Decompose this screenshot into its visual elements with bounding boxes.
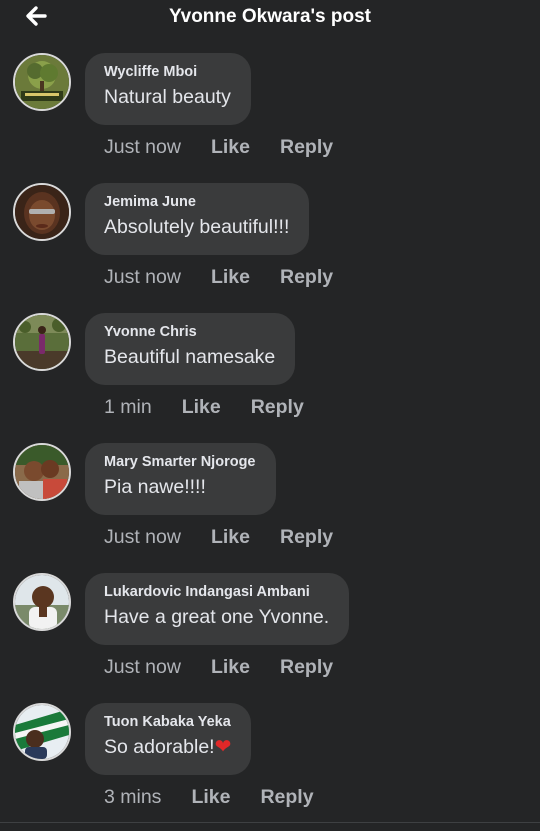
comment-timestamp[interactable]: Just now (104, 266, 181, 289)
reply-button[interactable]: Reply (260, 786, 313, 809)
comment-item: Yvonne Chris Beautiful namesake 1 min Li… (0, 313, 540, 441)
reply-button[interactable]: Reply (280, 526, 333, 549)
reply-button[interactable]: Reply (251, 396, 304, 419)
comment-text-row: So adorable!❤ (104, 734, 231, 760)
avatar[interactable] (13, 313, 71, 371)
page-title: Yvonne Okwara's post (169, 6, 371, 27)
comment-actions: Just now Like Reply (104, 265, 333, 289)
avatar[interactable] (13, 53, 71, 111)
comment-bubble[interactable]: Jemima June Absolutely beautiful!!! (85, 183, 310, 255)
reply-button[interactable]: Reply (280, 136, 333, 159)
comment-bubble[interactable]: Tuon Kabaka Yeka So adorable!❤ (85, 703, 252, 775)
comment-text: Absolutely beautiful!!! (104, 216, 290, 238)
comment-item: Lukardovic Indangasi Ambani Have a great… (0, 573, 540, 701)
divider (0, 822, 540, 823)
comment-actions: 3 mins Like Reply (104, 785, 314, 809)
comment-text: Beautiful namesake (104, 346, 276, 368)
comment-actions: Just now Like Reply (104, 655, 333, 679)
avatar[interactable] (13, 183, 71, 241)
comment-timestamp[interactable]: Just now (104, 136, 181, 159)
comment-author[interactable]: Tuon Kabaka Yeka (104, 713, 231, 731)
comment-author[interactable]: Yvonne Chris (104, 323, 275, 341)
avatar[interactable] (13, 443, 71, 501)
reply-button[interactable]: Reply (280, 266, 333, 289)
comment-bubble[interactable]: Lukardovic Indangasi Ambani Have a great… (85, 573, 350, 645)
post-header: Yvonne Okwara's post (0, 0, 540, 40)
comment-author[interactable]: Jemima June (104, 193, 289, 211)
like-button[interactable]: Like (211, 266, 250, 289)
like-button[interactable]: Like (211, 656, 250, 679)
comment-bubble[interactable]: Mary Smarter Njoroge Pia nawe!!!! (85, 443, 276, 515)
comment-actions: Just now Like Reply (104, 525, 333, 549)
like-button[interactable]: Like (211, 526, 250, 549)
comment-item: Jemima June Absolutely beautiful!!! Just… (0, 183, 540, 311)
heart-emoji-icon: ❤ (214, 736, 232, 758)
like-button[interactable]: Like (191, 786, 230, 809)
comment-author[interactable]: Wycliffe Mboi (104, 63, 231, 81)
like-button[interactable]: Like (182, 396, 221, 419)
comment-timestamp[interactable]: 1 min (104, 396, 152, 419)
comment-author[interactable]: Mary Smarter Njoroge (104, 453, 256, 471)
comment-item: Mary Smarter Njoroge Pia nawe!!!! Just n… (0, 443, 540, 571)
comment-item: Wycliffe Mboi Natural beauty Just now Li… (0, 53, 540, 181)
comment-text: Have a great one Yvonne. (104, 606, 330, 628)
comment-text: So adorable! (104, 736, 215, 758)
avatar[interactable] (13, 573, 71, 631)
comment-timestamp[interactable]: Just now (104, 656, 181, 679)
comment-bubble[interactable]: Yvonne Chris Beautiful namesake (85, 313, 296, 385)
avatar[interactable] (13, 703, 71, 761)
comment-text: Natural beauty (104, 86, 231, 108)
reply-button[interactable]: Reply (280, 656, 333, 679)
comment-author[interactable]: Lukardovic Indangasi Ambani (104, 583, 329, 601)
comment-actions: 1 min Like Reply (104, 395, 304, 419)
comment-item: Tuon Kabaka Yeka So adorable!❤ 3 mins Li… (0, 703, 540, 831)
comment-timestamp[interactable]: Just now (104, 526, 181, 549)
comment-timestamp[interactable]: 3 mins (104, 786, 161, 809)
like-button[interactable]: Like (211, 136, 250, 159)
comment-actions: Just now Like Reply (104, 135, 333, 159)
comment-bubble[interactable]: Wycliffe Mboi Natural beauty (85, 53, 251, 125)
comment-text: Pia nawe!!!! (104, 476, 206, 498)
